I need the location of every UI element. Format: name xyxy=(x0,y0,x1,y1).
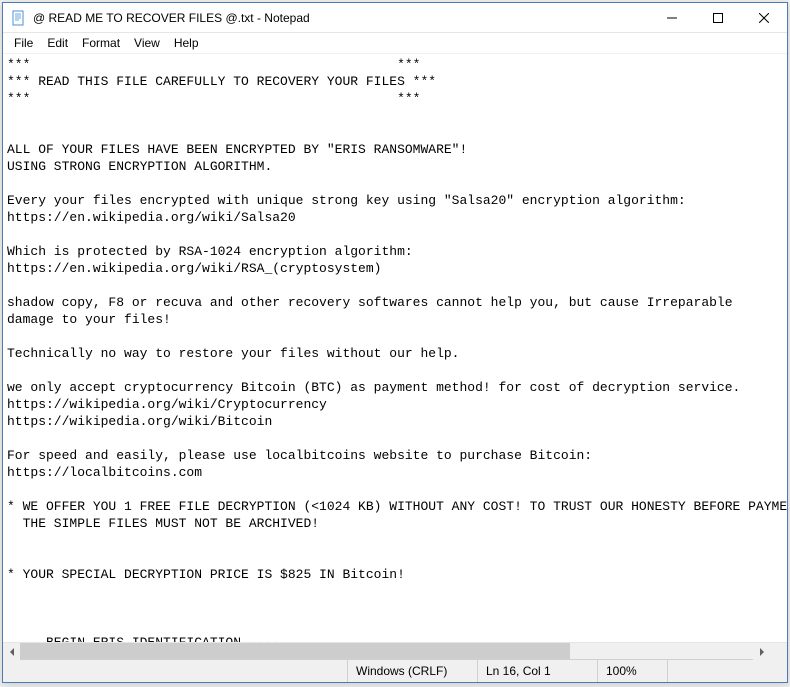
menu-file[interactable]: File xyxy=(7,35,40,51)
close-button[interactable] xyxy=(741,3,787,32)
chevron-right-icon xyxy=(760,648,764,656)
scroll-track[interactable] xyxy=(20,643,753,659)
chevron-left-icon xyxy=(10,648,14,656)
status-encoding: Windows (CRLF) xyxy=(347,660,477,682)
scroll-left-button[interactable] xyxy=(3,643,20,660)
scroll-right-button[interactable] xyxy=(753,643,770,660)
window-title: @ READ ME TO RECOVER FILES @.txt - Notep… xyxy=(33,11,649,25)
status-trailing xyxy=(667,660,787,682)
titlebar: @ READ ME TO RECOVER FILES @.txt - Notep… xyxy=(3,3,787,33)
scroll-thumb[interactable] xyxy=(20,643,570,659)
statusbar: Windows (CRLF) Ln 16, Col 1 100% xyxy=(3,659,787,682)
minimize-button[interactable] xyxy=(649,3,695,32)
notepad-window: @ READ ME TO RECOVER FILES @.txt - Notep… xyxy=(2,2,788,683)
menu-help[interactable]: Help xyxy=(167,35,206,51)
menubar: File Edit Format View Help xyxy=(3,33,787,53)
status-zoom: 100% xyxy=(597,660,667,682)
menu-view[interactable]: View xyxy=(127,35,167,51)
notepad-icon xyxy=(11,10,27,26)
menu-format[interactable]: Format xyxy=(75,35,127,51)
window-controls xyxy=(649,3,787,32)
menu-edit[interactable]: Edit xyxy=(40,35,75,51)
text-content[interactable]: *** *** *** READ THIS FILE CAREFULLY TO … xyxy=(3,54,787,642)
scroll-corner xyxy=(770,643,787,660)
editor-area: *** *** *** READ THIS FILE CAREFULLY TO … xyxy=(3,53,787,642)
horizontal-scrollbar[interactable] xyxy=(3,642,787,659)
maximize-button[interactable] xyxy=(695,3,741,32)
status-position: Ln 16, Col 1 xyxy=(477,660,597,682)
